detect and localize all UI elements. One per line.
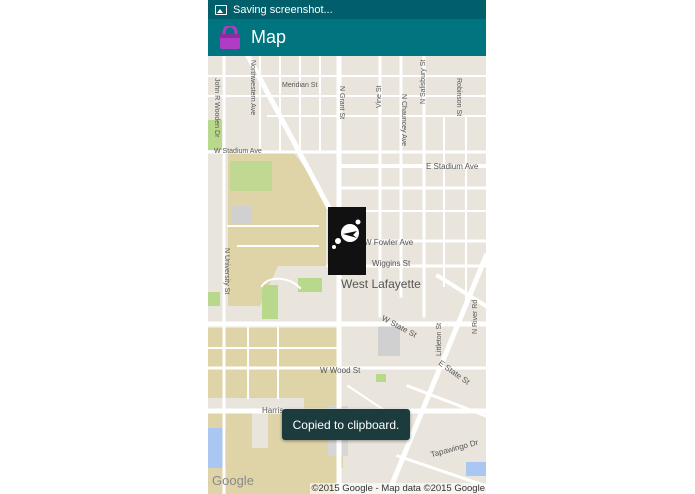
toast-message: Copied to clipboard. [282,409,410,440]
lock-app-icon[interactable] [218,24,242,50]
screenshot-icon [215,4,227,15]
label-wiggins: Wiggins St [372,259,411,268]
label-harrison: Harris [262,406,284,415]
status-bar: Saving screenshot... [208,0,486,19]
label-w-stadium: W Stadium Ave [214,148,262,155]
app-title: Map [251,27,287,47]
label-n-grant: N Grant St [338,86,345,120]
status-text: Saving screenshot... [233,3,333,16]
map-attribution[interactable]: ©2015 Google - Map data ©2015 Google [310,483,486,494]
label-salisbury: N Salisbury St [420,59,427,104]
label-robinson: Robinson St [455,78,462,117]
bird-thought-icon [332,219,361,249]
label-n-river: N River Rd [472,299,479,334]
label-n-university: N University St [223,248,230,295]
label-meridian: Meridian St [282,82,318,89]
phone-screen: Saving screenshot... Map Meridian St Nor… [208,0,486,494]
label-w-wood: W Wood St [320,366,361,375]
label-northwestern: Northwestern Ave [249,60,256,116]
label-john-wooden: John R Wooden Dr [213,78,220,138]
label-w-fowler: W Fowler Ave [364,238,414,247]
label-littleton: Littleton St [436,322,443,356]
app-bar: Map [208,19,486,56]
label-chauncey: N Chauncey Ave [400,94,407,147]
map-marker[interactable] [328,207,366,275]
label-city: West Lafayette [341,277,421,291]
label-e-stadium: E Stadium Ave [426,162,479,171]
google-logo: Google [212,473,254,488]
label-vine: Vine St [376,85,383,108]
